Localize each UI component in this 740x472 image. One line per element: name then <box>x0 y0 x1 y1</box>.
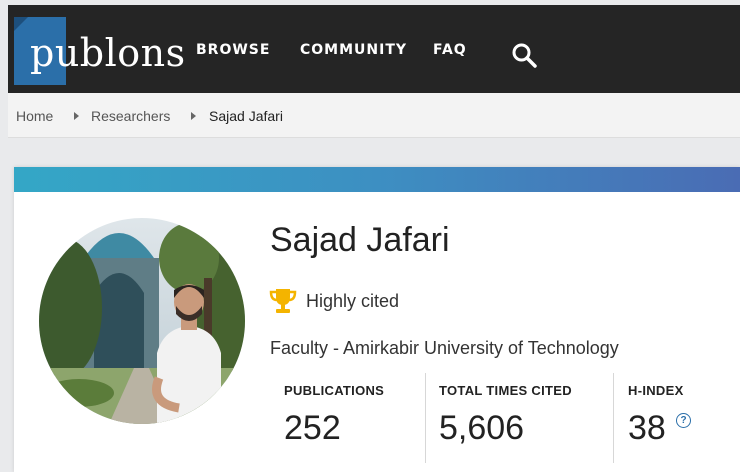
question-circle-icon[interactable]: ? <box>676 413 691 428</box>
logo-text: publons <box>30 31 186 75</box>
affiliation: Faculty - Amirkabir University of Techno… <box>270 338 619 358</box>
metric-label: TOTAL TIMES CITED <box>439 383 572 398</box>
breadcrumb-home[interactable]: Home <box>16 108 53 124</box>
metric-h-index[interactable]: H-INDEX 38 ? <box>613 373 734 463</box>
highly-cited-badge: Highly cited <box>306 291 400 311</box>
metric-publications[interactable]: PUBLICATIONS 252 <box>270 373 420 463</box>
avatar <box>39 218 245 424</box>
metric-value: 252 <box>284 409 341 447</box>
breadcrumb-separator-icon <box>74 112 79 120</box>
researcher-name: Sajad Jafari <box>270 221 450 259</box>
breadcrumb-researchers[interactable]: Researchers <box>91 108 170 124</box>
metric-total-times-cited[interactable]: TOTAL TIMES CITED 5,606 <box>425 373 606 463</box>
metric-value: 5,606 <box>439 409 525 447</box>
breadcrumb: Home Researchers Sajad Jafari <box>8 93 740 138</box>
breadcrumb-current: Sajad Jafari <box>209 108 283 124</box>
nav-link-community[interactable]: COMMUNITY <box>300 42 407 58</box>
publons-logo[interactable]: publons <box>14 17 185 85</box>
card-accent-bar <box>14 167 740 192</box>
search-icon[interactable] <box>511 42 537 68</box>
metric-label: PUBLICATIONS <box>284 383 385 398</box>
trophy-icon <box>269 289 297 313</box>
top-navigation-bar: publons BROWSE COMMUNITY FAQ <box>8 5 740 93</box>
nav-link-faq[interactable]: FAQ <box>433 42 467 58</box>
breadcrumb-separator-icon <box>191 112 196 120</box>
profile-card: Sajad Jafari Highly cited Faculty - Amir… <box>14 167 740 472</box>
nav-link-browse[interactable]: BROWSE <box>196 42 270 58</box>
metric-label: H-INDEX <box>628 383 684 398</box>
metric-value: 38 <box>628 409 666 447</box>
logo-corner-fold <box>14 17 28 31</box>
